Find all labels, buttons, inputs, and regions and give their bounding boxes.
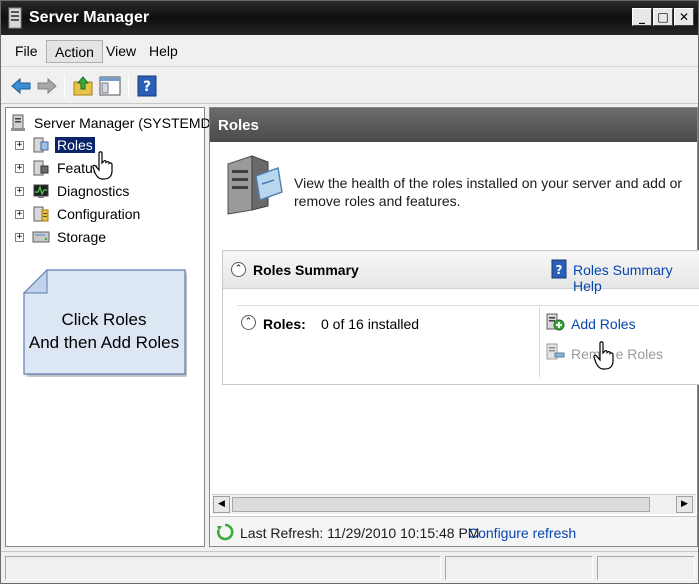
tree-item-storage[interactable]: + Storage (6, 228, 196, 248)
maximize-button[interactable]: □ (653, 8, 673, 26)
menu-file[interactable]: File (7, 40, 46, 63)
tree-root-label: Server Manager (SYSTEMDC) (34, 115, 226, 131)
status-cell-2 (445, 556, 593, 580)
remove-roles-icon[interactable] (545, 342, 565, 362)
roles-intro-text: View the health of the roles installed o… (294, 175, 683, 209)
collapse-section-icon[interactable]: ⌃ (231, 262, 246, 277)
expand-icon[interactable]: + (15, 233, 24, 242)
horizontal-scrollbar[interactable]: ◀ ▶ (212, 494, 696, 514)
roles-icon (33, 137, 49, 153)
status-cell-3 (597, 556, 695, 580)
server-manager-app-icon (8, 7, 22, 29)
close-button[interactable]: ✕ (674, 8, 694, 26)
tree-item-configuration[interactable]: + Configuration (6, 205, 196, 225)
window-title: Server Manager (29, 9, 150, 26)
toolbar: ? (1, 68, 698, 104)
tree-item-diagnostics-label: Diagnostics (57, 183, 130, 199)
callout-text: Click Roles And then Add Roles (27, 308, 181, 354)
server-icon (11, 114, 25, 131)
roles-header-bar: Roles (210, 108, 697, 142)
add-roles-link[interactable]: Add Roles (571, 316, 636, 332)
show-hide-console-tree-icon[interactable] (98, 74, 122, 98)
server-manager-window: Server Manager _ □ ✕ File Action View He… (0, 0, 699, 584)
roles-server-illustration-icon (227, 155, 283, 215)
add-roles-icon[interactable] (545, 312, 565, 332)
status-bar (1, 551, 698, 583)
scrollbar-thumb[interactable] (232, 497, 650, 512)
storage-icon (32, 231, 50, 243)
roles-count-value: 0 of 16 installed (321, 316, 420, 332)
menu-help[interactable]: Help (141, 40, 186, 63)
forward-arrow-icon[interactable] (35, 74, 59, 98)
remove-roles-link-part-2: e Roles (615, 346, 664, 362)
features-icon (33, 160, 49, 176)
roles-count-label: Roles: (263, 316, 306, 332)
tree-item-diagnostics[interactable]: + Diagnostics (6, 182, 196, 202)
help-icon[interactable]: ? (135, 74, 159, 98)
mouse-cursor-icon (92, 151, 113, 180)
roles-summary-help-link[interactable]: Roles Summary Help (573, 262, 699, 294)
expand-icon[interactable]: + (15, 141, 24, 150)
remove-roles-link[interactable]: Rem e Roles (571, 346, 663, 362)
roles-summary-title: Roles Summary (253, 262, 359, 278)
callout-line-1: Click Roles (61, 310, 147, 329)
toolbar-separator (128, 74, 129, 98)
menu-action[interactable]: Action (46, 40, 103, 63)
tree-item-configuration-label: Configuration (57, 206, 141, 222)
menu-bar: File Action View Help (1, 35, 698, 67)
expand-icon[interactable]: + (15, 164, 24, 173)
roles-details-pane: Roles View the health of the roles insta… (209, 107, 699, 547)
svg-text:?: ? (556, 263, 563, 277)
mouse-cursor-icon (593, 341, 614, 370)
menu-view[interactable]: View (98, 40, 144, 63)
status-cell-main (5, 556, 441, 580)
tree-item-storage-label: Storage (57, 229, 107, 245)
last-refresh-text: Last Refresh: 11/29/2010 10:15:48 PM (240, 525, 480, 541)
configuration-icon (33, 206, 49, 222)
scroll-left-arrow-icon[interactable]: ◀ (213, 496, 230, 513)
roles-summary-header: ⌃ Roles Summary ? Roles Summary Help (223, 251, 699, 294)
svg-text:?: ? (143, 79, 151, 95)
roles-header-title: Roles (218, 117, 259, 134)
diagnostics-icon (33, 184, 49, 198)
actions-divider (539, 307, 540, 377)
minimize-button[interactable]: _ (632, 8, 652, 26)
callout-line-2: And then Add Roles (28, 333, 180, 352)
tree-item-roles-label: Roles (55, 137, 95, 153)
help-book-icon: ? (551, 259, 567, 279)
back-arrow-icon[interactable] (9, 74, 33, 98)
configure-refresh-link[interactable]: Configure refresh (468, 525, 576, 541)
toolbar-separator (64, 74, 65, 98)
refresh-icon (216, 523, 234, 541)
title-bar[interactable]: Server Manager _ □ ✕ (1, 1, 698, 35)
scroll-right-arrow-icon[interactable]: ▶ (676, 496, 693, 513)
refresh-bar: Last Refresh: 11/29/2010 10:15:48 PM Con… (210, 516, 697, 546)
roles-summary-section: ⌃ Roles Summary ? Roles Summary Help ⌃ R… (222, 250, 699, 385)
up-folder-icon[interactable] (71, 74, 95, 98)
collapse-roles-icon[interactable]: ⌃ (241, 315, 256, 330)
expand-icon[interactable]: + (15, 187, 24, 196)
expand-icon[interactable]: + (15, 210, 24, 219)
